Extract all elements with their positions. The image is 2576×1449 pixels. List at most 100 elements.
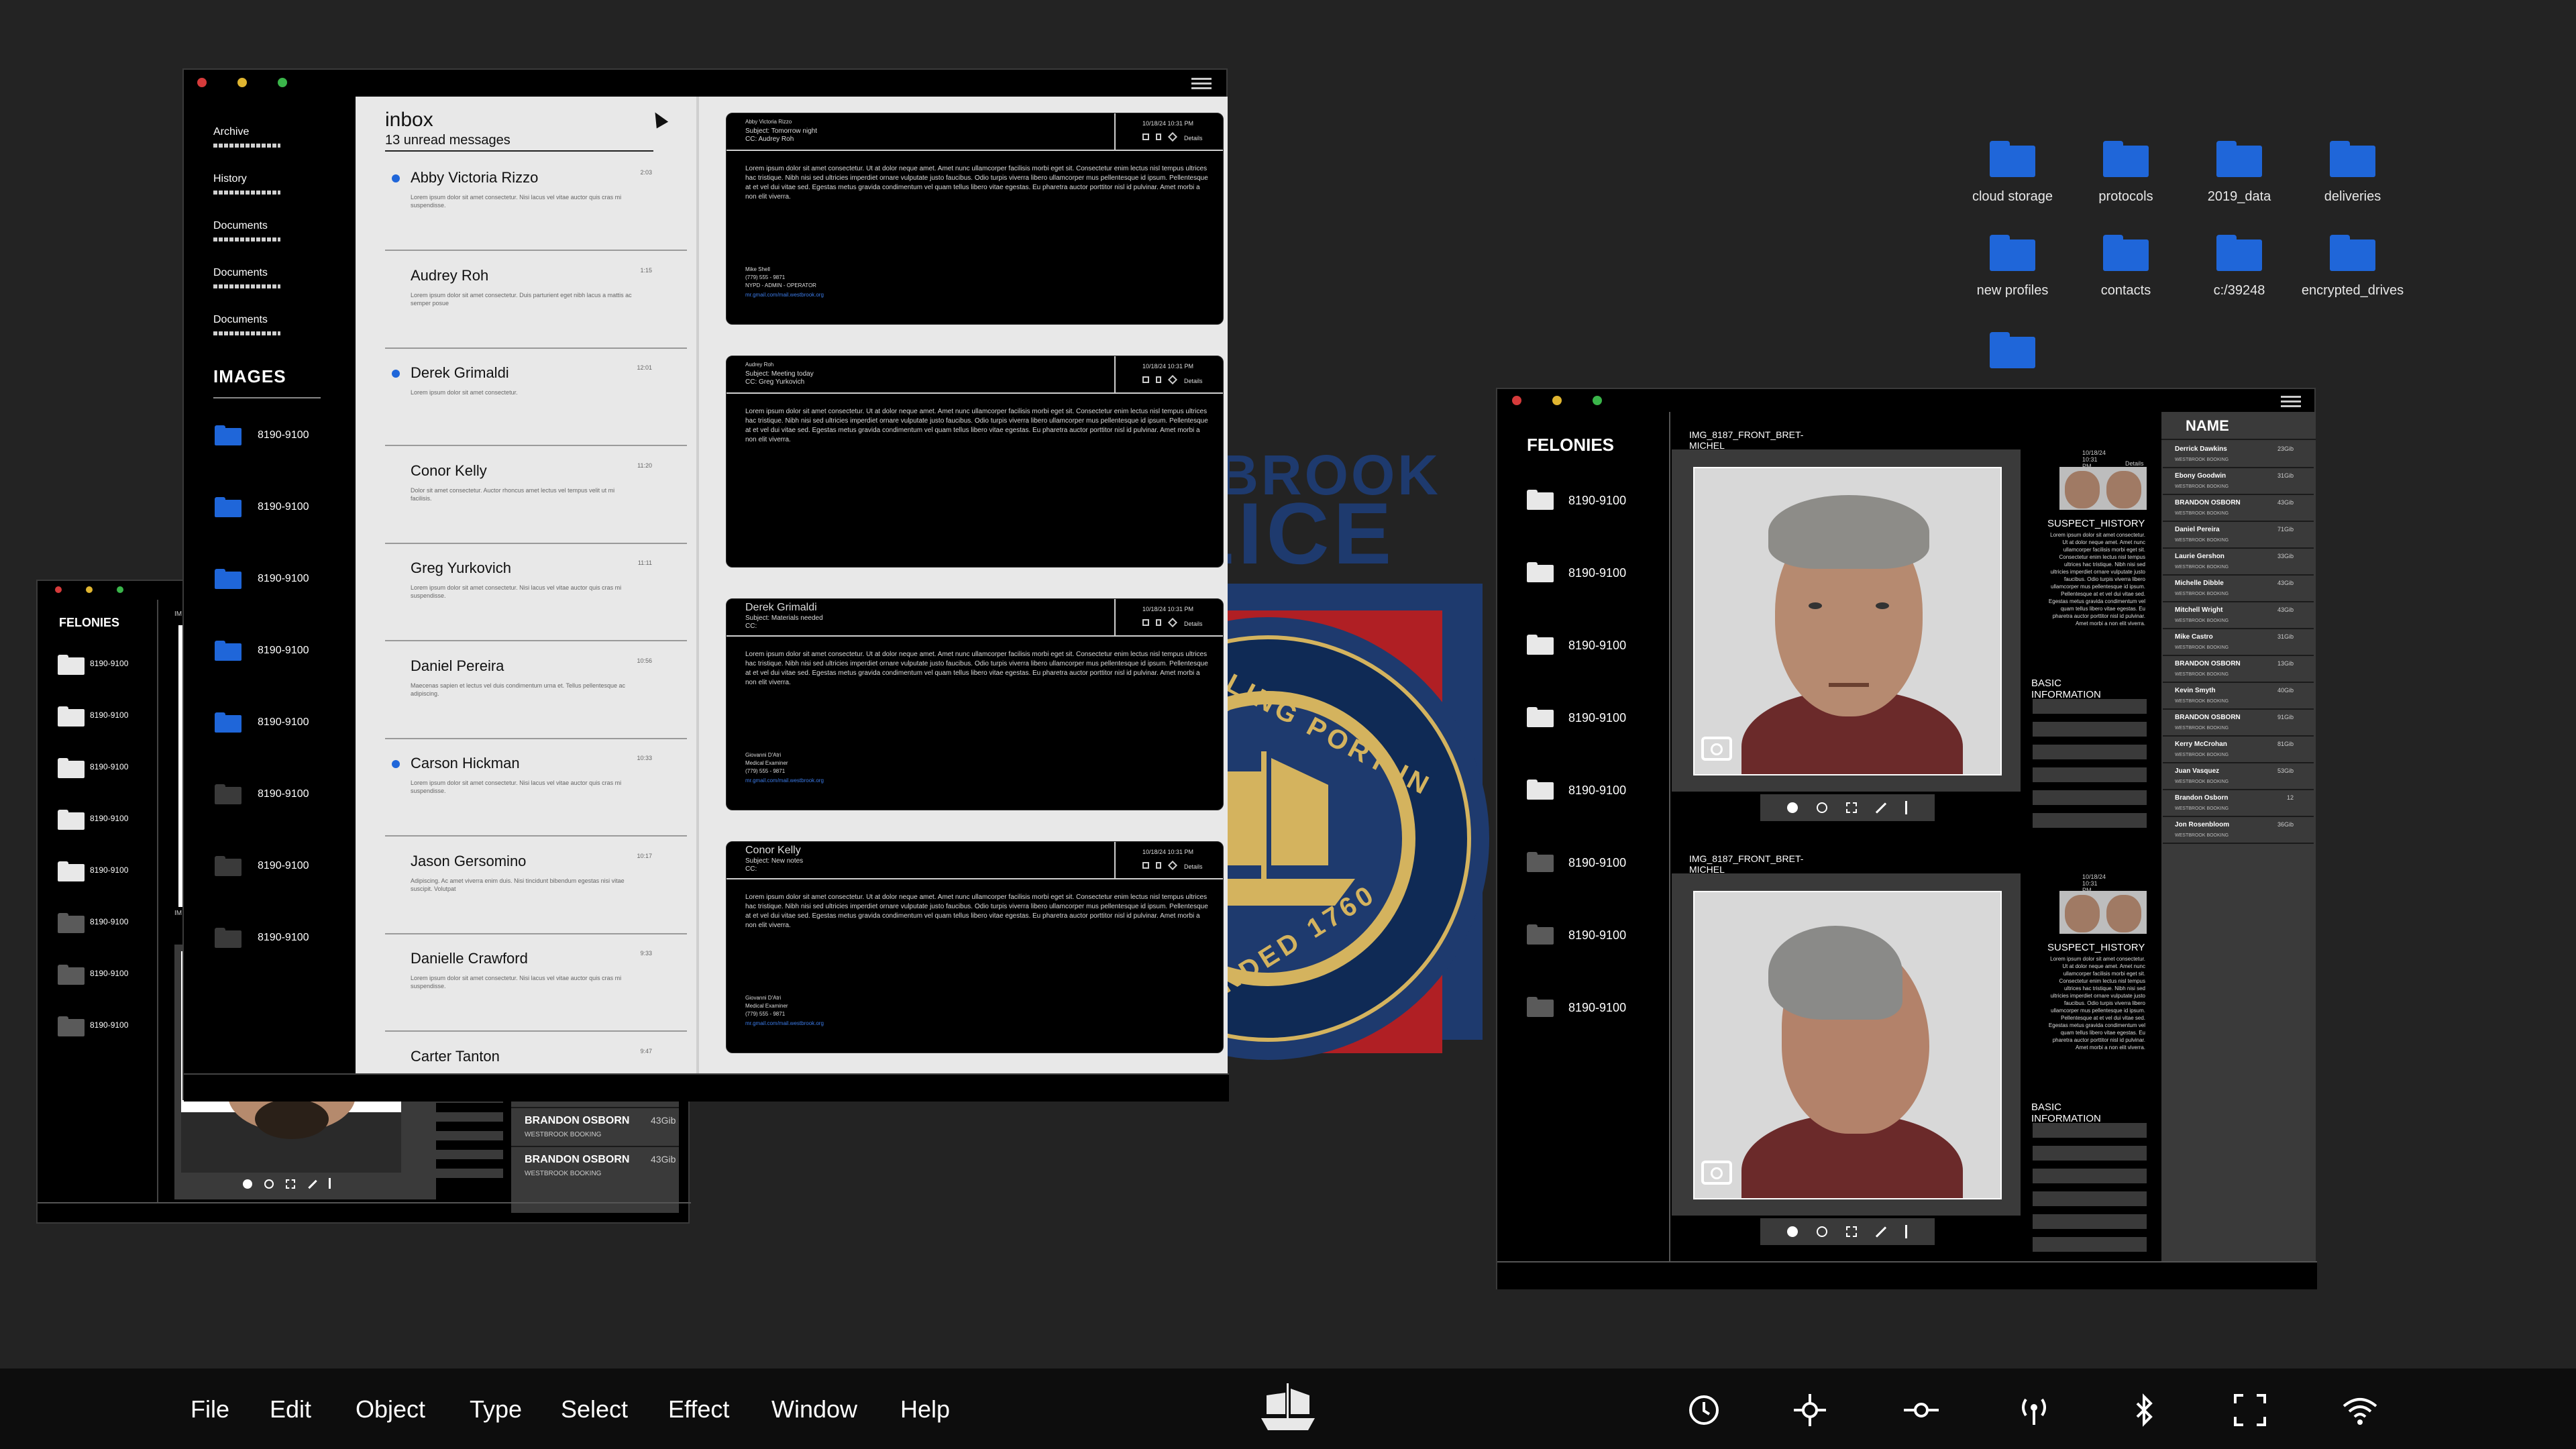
refresh-icon[interactable] xyxy=(264,1179,274,1189)
expand-icon[interactable] xyxy=(286,1179,295,1189)
sidebar-item[interactable]: Archive xyxy=(213,126,280,148)
name-row[interactable]: Kerry McCrohan 81Gib WESTBROOK BOOKING xyxy=(2163,737,2314,763)
details-link[interactable]: Details xyxy=(2125,460,2144,467)
commit-icon[interactable] xyxy=(1902,1391,1940,1429)
camera-icon[interactable] xyxy=(1701,1161,1732,1185)
desktop-folder[interactable] xyxy=(1949,332,2076,368)
camera-icon[interactable] xyxy=(1701,737,1732,761)
desktop-folder[interactable]: contacts xyxy=(2062,235,2190,299)
name-row[interactable]: BRANDON OSBORN 91Gib WESTBROOK BOOKING xyxy=(2163,710,2314,737)
edit-icon[interactable] xyxy=(308,1179,317,1189)
desktop-folder[interactable]: protocols xyxy=(2062,141,2190,205)
desktop-folder[interactable]: new profiles xyxy=(1949,235,2076,299)
email-card[interactable]: Audrey Roh Subject: Meeting today CC: Greg… xyxy=(726,356,1224,568)
inbox-item[interactable]: Derek Grimaldi 12:01 Lorem ipsum dolor sit… xyxy=(385,348,687,446)
edit-icon[interactable] xyxy=(1875,1226,1887,1238)
expand-icon[interactable] xyxy=(1846,1226,1857,1237)
signature-link[interactable]: mr.gmail.com/mail.westbrook.org xyxy=(745,1019,824,1028)
bluetooth-icon[interactable] xyxy=(2125,1391,2163,1429)
menu-object[interactable]: Object xyxy=(356,1395,425,1424)
menu-edit[interactable]: Edit xyxy=(270,1395,311,1424)
close-button[interactable] xyxy=(1512,396,1521,405)
email-card[interactable]: Derek Grimaldi Subject: Materials needed C… xyxy=(726,598,1224,810)
name-row[interactable]: Kevin Smyth 40Gib WESTBROOK BOOKING xyxy=(2163,683,2314,710)
name-row[interactable]: Brandon Osborn 12 WESTBROOK BOOKING xyxy=(2163,790,2314,817)
refresh-icon[interactable] xyxy=(1817,1226,1827,1237)
desktop-folder[interactable]: cloud storage xyxy=(1949,141,2076,205)
inbox-item[interactable]: Audrey Roh 1:15 Lorem ipsum dolor sit amet… xyxy=(385,251,687,349)
fullscreen-icon[interactable] xyxy=(2231,1391,2269,1429)
sidebar-item[interactable]: Documents xyxy=(213,267,280,288)
maximize-button[interactable] xyxy=(117,586,123,593)
pin-icon[interactable] xyxy=(1905,1225,1907,1238)
sidebar-item[interactable]: Documents xyxy=(213,220,280,241)
inbox-item[interactable]: Carson Hickman 10:33 Lorem ipsum dolor sit… xyxy=(385,739,687,837)
menu-icon[interactable] xyxy=(2281,396,2301,408)
details-link[interactable]: Details xyxy=(1184,862,1203,871)
close-button[interactable] xyxy=(197,78,207,87)
desktop-folder[interactable]: encrypted_drives xyxy=(2289,235,2416,299)
name-row[interactable]: Juan Vasquez 53Gib WESTBROOK BOOKING xyxy=(2163,763,2314,790)
menu-type[interactable]: Type xyxy=(470,1395,522,1424)
desktop-folder[interactable]: 2019_data xyxy=(2176,141,2303,205)
name-row[interactable]: Derrick Dawkins 23Gib WESTBROOK BOOKING xyxy=(2163,441,2314,468)
inbox-item[interactable]: Conor Kelly 11:20 Dolor sit amet consectet… xyxy=(385,446,687,544)
menu-file[interactable]: File xyxy=(191,1395,229,1424)
thumbnail-photo[interactable] xyxy=(2059,891,2147,934)
minimize-button[interactable] xyxy=(86,586,93,593)
signature-link[interactable]: mr.gmail.com/mail.westbrook.org xyxy=(745,290,824,300)
signature-link[interactable]: mr.gmail.com/mail.westbrook.org xyxy=(745,776,824,786)
play-icon[interactable] xyxy=(1787,802,1798,813)
clock-icon[interactable] xyxy=(1685,1391,1723,1429)
inbox-item[interactable]: Carter Tanton 9:47 xyxy=(385,1032,687,1074)
sidebar-item[interactable]: History xyxy=(213,173,280,195)
details-link[interactable]: Details xyxy=(1184,133,1203,143)
name-row[interactable]: BRANDON OSBORN 43Gib WESTBROOK BOOKING xyxy=(2163,495,2314,522)
name-row[interactable]: BRANDON OSBORN 43Gib WESTBROOK BOOKING xyxy=(511,1107,679,1143)
inbox-item[interactable]: Danielle Crawford 9:33 Lorem ipsum dolor s… xyxy=(385,934,687,1032)
ship-logo-icon[interactable] xyxy=(1257,1378,1319,1436)
desktop-folder[interactable]: deliveries xyxy=(2289,141,2416,205)
window-titlebar[interactable] xyxy=(1497,389,2314,412)
pin-icon[interactable] xyxy=(1905,801,1907,814)
minimize-button[interactable] xyxy=(1552,396,1562,405)
name-row[interactable]: Jon Rosenbloom 36Gib WESTBROOK BOOKING xyxy=(2163,817,2314,844)
window-titlebar[interactable] xyxy=(184,70,1226,97)
felonies-window[interactable]: FELONIES NAME Derrick Dawkins 23Gib WESTBR… xyxy=(1496,388,2317,1289)
name-row[interactable]: Michelle Dibble 43Gib WESTBROOK BOOKING xyxy=(2163,576,2314,602)
name-row[interactable]: Daniel Pereira 71Gib WESTBROOK BOOKING xyxy=(2163,522,2314,549)
minimize-button[interactable] xyxy=(237,78,247,87)
wifi-icon[interactable] xyxy=(2341,1391,2379,1429)
mail-window[interactable]: Archive History Documents Documents Docu… xyxy=(182,68,1229,1102)
details-link[interactable]: Details xyxy=(1184,619,1203,629)
inbox-item[interactable]: Jason Gersomino 10:17 Adipiscing. Ac amet … xyxy=(385,837,687,934)
maximize-button[interactable] xyxy=(1593,396,1602,405)
sidebar-item[interactable]: Documents xyxy=(213,314,280,335)
maximize-button[interactable] xyxy=(278,78,287,87)
email-card[interactable]: Abby Victoria Rizzo Subject: Tomorrow nig… xyxy=(726,113,1224,325)
edit-icon[interactable] xyxy=(1875,802,1887,814)
refresh-icon[interactable] xyxy=(1817,802,1827,813)
name-row[interactable]: Ebony Goodwin 31Gib WESTBROOK BOOKING xyxy=(2163,468,2314,495)
thumbnail-photo[interactable] xyxy=(2059,467,2147,510)
name-row[interactable]: BRANDON OSBORN 13Gib WESTBROOK BOOKING xyxy=(2163,656,2314,683)
name-row[interactable]: Laurie Gershon 33Gib WESTBROOK BOOKING xyxy=(2163,549,2314,576)
move-icon[interactable] xyxy=(1791,1391,1829,1429)
inbox-item[interactable]: Greg Yurkovich 11:11 Lorem ipsum dolor sit… xyxy=(385,543,687,641)
email-card[interactable]: Conor Kelly Subject: New notes CC: 10/18/24… xyxy=(726,841,1224,1053)
menu-help[interactable]: Help xyxy=(900,1395,950,1424)
menu-select[interactable]: Select xyxy=(561,1395,628,1424)
menu-effect[interactable]: Effect xyxy=(668,1395,729,1424)
play-icon[interactable] xyxy=(243,1179,252,1189)
inbox-item[interactable]: Daniel Pereira 10:56 Maecenas sapien et le… xyxy=(385,641,687,739)
desktop-folder[interactable]: c:/39248 xyxy=(2176,235,2303,299)
name-row[interactable]: Mitchell Wright 43Gib WESTBROOK BOOKING xyxy=(2163,602,2314,629)
name-row[interactable]: BRANDON OSBORN 43Gib WESTBROOK BOOKING xyxy=(511,1146,679,1182)
name-row[interactable]: Mike Castro 31Gib WESTBROOK BOOKING xyxy=(2163,629,2314,656)
menu-window[interactable]: Window xyxy=(771,1395,857,1424)
pin-icon[interactable] xyxy=(329,1178,331,1189)
broadcast-icon[interactable] xyxy=(2015,1391,2053,1429)
inbox-item[interactable]: Abby Victoria Rizzo 2:03 Lorem ipsum dolor… xyxy=(385,153,687,251)
play-icon[interactable] xyxy=(1787,1226,1798,1237)
details-link[interactable]: Details xyxy=(1184,376,1203,386)
